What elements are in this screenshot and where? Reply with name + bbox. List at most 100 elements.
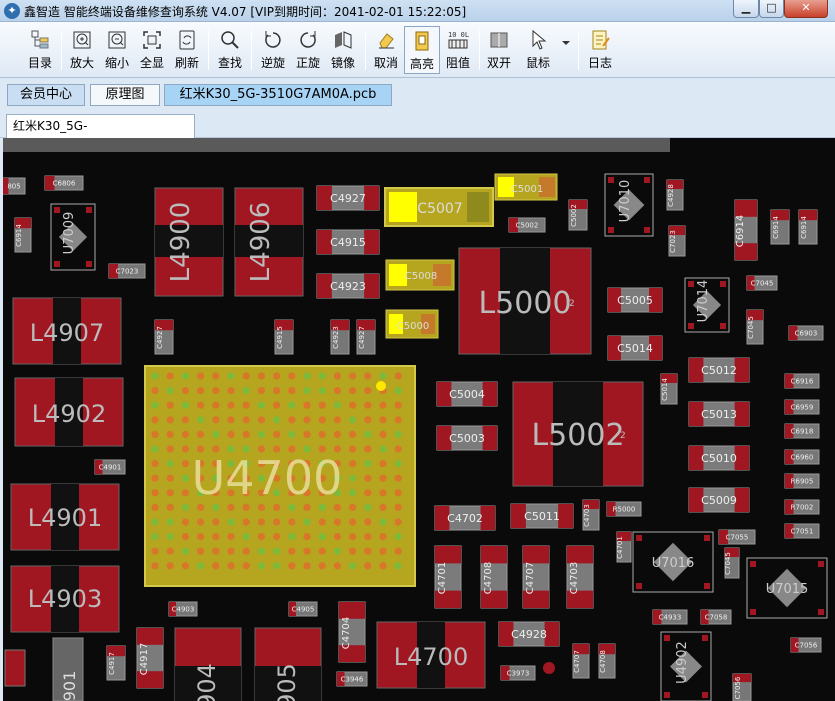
part-R7002[interactable]: R7002 [784, 499, 820, 515]
part-C4701[interactable]: C4701 [616, 531, 632, 563]
cap-C5013[interactable]: C5013 [688, 401, 750, 427]
cap-C5009[interactable]: C5009 [688, 487, 750, 513]
cap-C5010[interactable]: C5010 [688, 445, 750, 471]
cap-C5012[interactable]: C5012 [688, 357, 750, 383]
inductor-L5002[interactable]: L5002 2 [512, 381, 644, 487]
inductor-L4904[interactable]: 904 [174, 627, 242, 701]
pcb-board[interactable]: L4900 L4906 L4907 L4902 L4901 L4903 L500… [3, 138, 835, 701]
zoom-out-button[interactable]: 缩小 [100, 26, 134, 74]
inductor-L4901[interactable]: L4901 [10, 483, 120, 551]
part-C4923[interactable]: C4923 [330, 319, 350, 355]
part-C4917[interactable]: C4917 [106, 645, 126, 681]
inductor-L4901b[interactable]: 901 [52, 637, 84, 701]
tab-schematic[interactable]: 原理图 [90, 84, 160, 106]
cap-C6914[interactable]: C6914 [734, 199, 758, 261]
cap-C5001[interactable]: C5001 [494, 173, 558, 201]
mouse-dropdown[interactable] [559, 26, 573, 74]
highlight-button[interactable]: 高亮 [404, 26, 440, 74]
resistance-button[interactable]: 10 0L 阻值 [441, 26, 475, 74]
inductor-L4907[interactable]: L4907 [12, 297, 122, 365]
part-C6914[interactable]: C6914 [798, 209, 818, 245]
part-C7023[interactable]: C7023 [668, 225, 686, 257]
tab-member-center[interactable]: 会员中心 [7, 84, 85, 106]
part-C4901[interactable]: C4901 [94, 459, 126, 475]
part-C6914[interactable]: C6914 [770, 209, 790, 245]
part-C6806[interactable]: C6806 [44, 175, 84, 191]
inductor-L4905[interactable]: 905 [254, 627, 322, 701]
part-C5002[interactable]: C5002 [568, 199, 588, 231]
rotate-ccw-button[interactable]: 逆旋 [256, 26, 290, 74]
find-button[interactable]: 查找 [213, 26, 247, 74]
zoom-in-button[interactable]: 放大 [64, 26, 100, 74]
chip-U4700[interactable]: U4700 [144, 365, 416, 587]
chip-U7016[interactable]: U7016 [632, 531, 714, 593]
part-C3973[interactable]: C3973 [500, 665, 536, 681]
cap-C4702[interactable]: C4702 [434, 505, 496, 531]
cap-C4923[interactable]: C4923 [316, 273, 380, 299]
inductor-L4903[interactable]: L4903 [10, 565, 120, 633]
fit-all-button[interactable]: 全显 [135, 26, 169, 74]
part-C4708[interactable]: C4708 [598, 643, 616, 679]
directory-button[interactable]: 目录 [22, 26, 58, 74]
cap-C4915[interactable]: C4915 [316, 229, 380, 255]
part-C4933[interactable]: C4933 [652, 609, 688, 625]
part-C4927[interactable]: C4927 [154, 319, 174, 355]
chip-U7010[interactable]: U7010 [604, 173, 654, 237]
part-C6959[interactable]: C6959 [784, 399, 820, 415]
part-C4928[interactable]: C4928 [666, 179, 684, 211]
part-C6918[interactable]: C6918 [784, 423, 820, 439]
cap-C5003[interactable]: C5003 [436, 425, 498, 451]
inductor-L5000[interactable]: L5000 2 [458, 247, 592, 355]
chip-U7015[interactable]: U7015 [746, 557, 828, 619]
cap-C4701[interactable]: C4701 [434, 545, 462, 609]
part-C6916[interactable]: C6916 [784, 373, 820, 389]
cap-C5011[interactable]: C5011 [510, 503, 574, 529]
part-C4905[interactable]: C4905 [288, 601, 318, 617]
cancel-button[interactable]: 取消 [368, 26, 404, 74]
cap-C4703[interactable]: C4703 [566, 545, 594, 609]
chip-U7014[interactable]: U7014 [684, 277, 730, 333]
part-C5002[interactable]: C5002 [508, 217, 546, 233]
log-button[interactable]: 日志 [582, 26, 618, 74]
part-C4703[interactable]: C4703 [582, 499, 600, 531]
pcb-canvas[interactable]: L4900 L4906 L4907 L4902 L4901 L4903 L500… [3, 138, 835, 701]
part-C7051[interactable]: C7051 [784, 523, 820, 539]
dual-button[interactable]: 双开 [482, 26, 516, 74]
cap-C5000[interactable]: C5000 [385, 309, 439, 339]
part-C4903[interactable]: C4903 [168, 601, 198, 617]
part-C4707[interactable]: C4707 [572, 643, 590, 679]
cap-C4928[interactable]: C4928 [498, 621, 560, 647]
close-button[interactable]: ✕ [784, 0, 828, 18]
part-C4915[interactable]: C4915 [274, 319, 294, 355]
part-C7056[interactable]: C7056 [732, 673, 752, 701]
cap-C5004[interactable]: C5004 [436, 381, 498, 407]
part-C6960[interactable]: C6960 [784, 449, 820, 465]
part-C7055[interactable]: C7055 [718, 529, 756, 545]
inductor-L4900[interactable]: L4900 [154, 187, 224, 297]
document-tab[interactable]: 红米K30_5G-3510G7AM0A.pcb [6, 114, 195, 155]
tab-pcb[interactable]: 红米K30_5G-3510G7AM0A.pcb [164, 84, 392, 106]
refresh-button[interactable]: 刷新 [170, 26, 204, 74]
cap-C5005[interactable]: C5005 [607, 287, 663, 313]
part-C7045[interactable]: C7045 [724, 547, 740, 579]
part-R5000[interactable]: R5000 [606, 501, 642, 517]
part-C5014[interactable]: C5014 [660, 373, 678, 405]
mouse-button[interactable]: 鼠标 [520, 26, 556, 74]
chip-U7009[interactable]: U7009 [50, 203, 96, 271]
cap-C4927[interactable]: C4927 [316, 185, 380, 211]
cap-C5014[interactable]: C5014 [607, 335, 663, 361]
part-C6903[interactable]: C6903 [788, 325, 824, 341]
cap-C4704[interactable]: C4704 [338, 601, 366, 663]
cap-C4707[interactable]: C4707 [522, 545, 550, 609]
part-C7058[interactable]: C7058 [700, 609, 732, 625]
part-C805[interactable]: 805 [3, 177, 26, 195]
inductor-L4902[interactable]: L4902 [14, 377, 124, 447]
inductor-L4700[interactable]: L4700 [376, 621, 486, 689]
part-C3946[interactable]: C3946 [336, 671, 368, 687]
part-C7056[interactable]: C7056 [790, 637, 822, 653]
inductor-L4906[interactable]: L4906 [234, 187, 304, 297]
part-C7045[interactable]: C7045 [746, 275, 778, 291]
rotate-cw-button[interactable]: 正旋 [291, 26, 325, 74]
maximize-button[interactable]: □ [759, 0, 784, 18]
part-C4927[interactable]: C4927 [356, 319, 376, 355]
